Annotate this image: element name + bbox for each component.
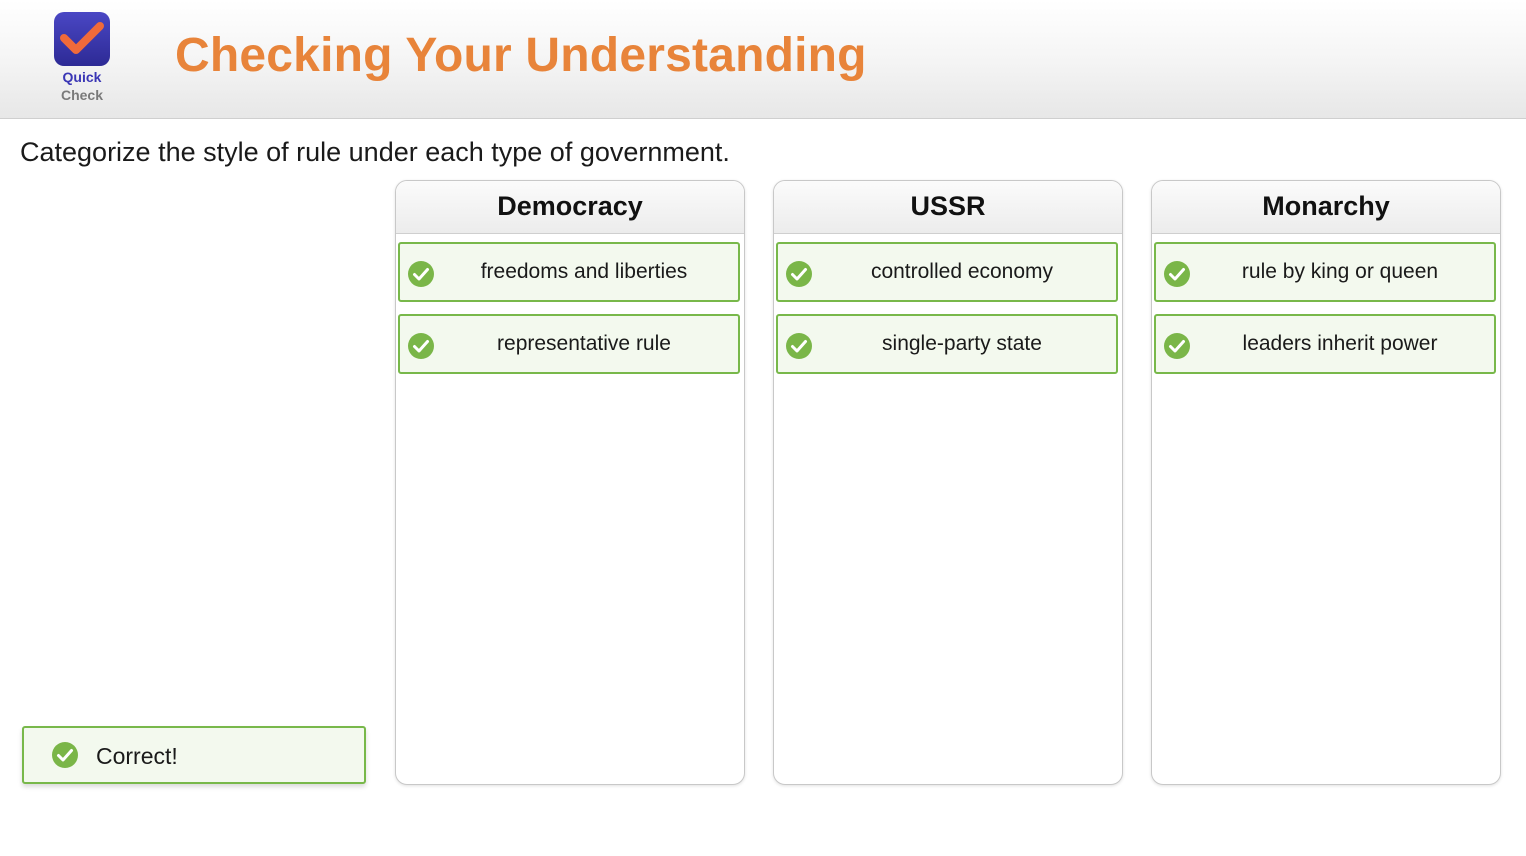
feedback-label: Correct! xyxy=(96,743,178,769)
answer-card[interactable]: controlled economy xyxy=(776,242,1118,302)
column-title: USSR xyxy=(774,181,1122,234)
answer-card[interactable]: rule by king or queen xyxy=(1154,242,1496,302)
answer-card[interactable]: freedoms and liberties xyxy=(398,242,740,302)
instructions-text: Categorize the style of rule under each … xyxy=(20,137,730,167)
column-title: Democracy xyxy=(396,181,744,234)
page-title: Checking Your Understanding xyxy=(175,29,867,82)
category-column-monarchy[interactable]: Monarchy rule by king or queen leaders i… xyxy=(1151,180,1501,785)
checkmark-icon xyxy=(54,12,110,66)
answer-card[interactable]: leaders inherit power xyxy=(1154,314,1496,374)
category-column-democracy[interactable]: Democracy freedoms and liberties represe… xyxy=(395,180,745,785)
card-label: controlled economy xyxy=(870,260,1054,283)
logo-text-quick: Quick xyxy=(62,69,102,85)
logo-text-check: Check xyxy=(60,87,104,103)
card-label: leaders inherit power xyxy=(1242,332,1438,355)
feedback-correct-banner: Correct! xyxy=(22,726,366,784)
card-label: freedoms and liberties xyxy=(480,260,688,283)
card-label: representative rule xyxy=(497,332,671,355)
column-title: Monarchy xyxy=(1152,181,1500,234)
header-bar: Quick Check Checking Your Understanding xyxy=(0,0,1526,119)
answer-card[interactable]: single-party state xyxy=(776,314,1118,374)
answer-card[interactable]: representative rule xyxy=(398,314,740,374)
category-column-ussr[interactable]: USSR controlled economy single-party sta… xyxy=(773,180,1123,785)
check-circle-icon xyxy=(52,742,78,768)
card-label: single-party state xyxy=(882,332,1042,355)
quick-check-logo: Quick Check xyxy=(54,12,110,104)
card-label: rule by king or queen xyxy=(1241,260,1439,283)
